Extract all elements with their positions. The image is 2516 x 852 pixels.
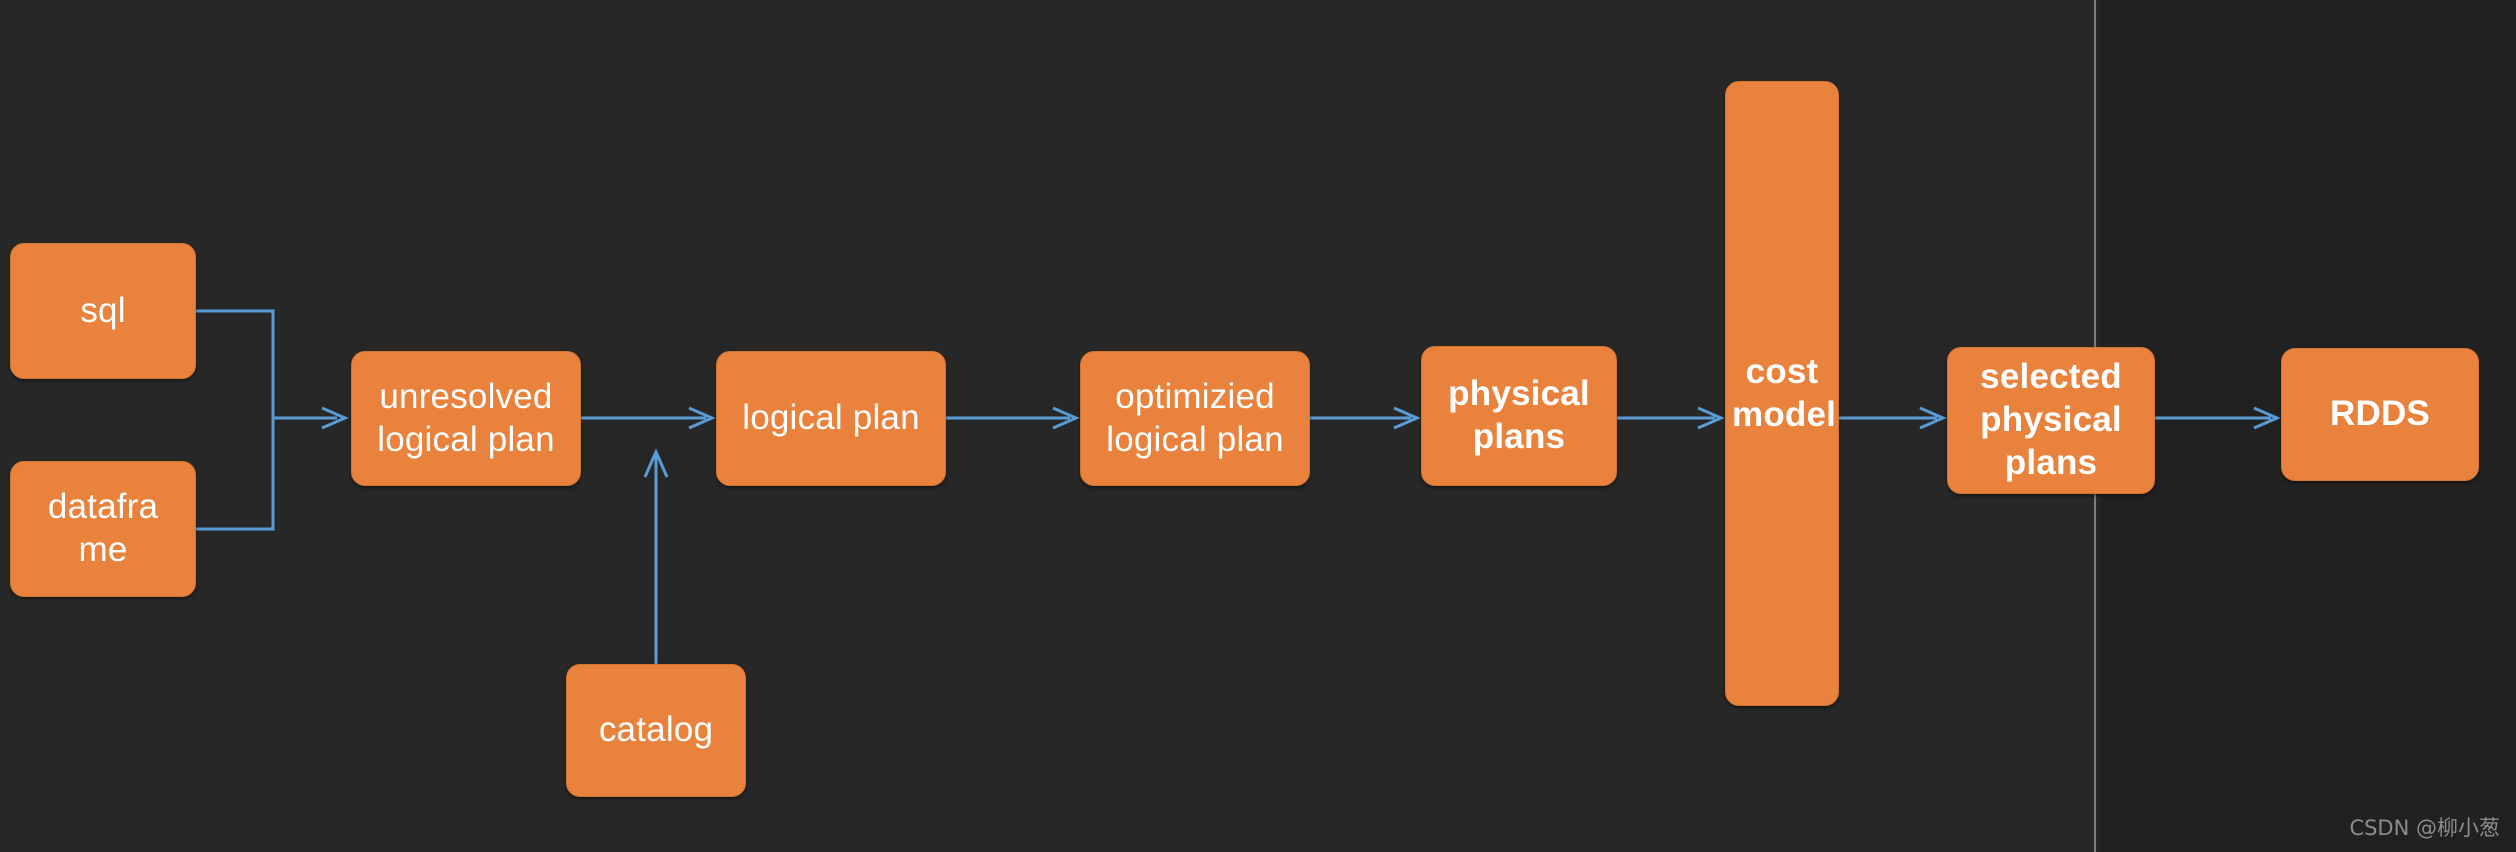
node-selected-physical-plans-label: selected physical plans <box>1980 357 2122 482</box>
node-dataframe-label: datafra me <box>47 487 159 569</box>
node-cost-model[interactable]: cost model <box>1725 81 1839 706</box>
node-catalog[interactable]: catalog <box>566 664 746 797</box>
node-selected-physical-plans[interactable]: selected physical plans <box>1947 347 2155 494</box>
node-catalog-label: catalog <box>598 710 714 750</box>
node-logical-plan[interactable]: logical plan <box>716 351 946 486</box>
diagram-canvas: sql datafra me unresolved logical plan log… <box>0 0 2516 852</box>
node-physical-plans[interactable]: physical plans <box>1421 346 1617 486</box>
node-unresolved-logical-plan[interactable]: unresolved logical plan <box>351 351 581 486</box>
node-optimizied-logical-plan-label: optimizied logical plan <box>1106 376 1284 459</box>
node-cost-model-label: cost model <box>1732 351 1837 434</box>
node-rdds-label: RDDS <box>2330 394 2430 434</box>
watermark: CSDN @柳小葱 <box>2349 816 2500 840</box>
node-logical-plan-label: logical plan <box>742 398 920 438</box>
node-sql[interactable]: sql <box>10 243 196 379</box>
node-physical-plans-label: physical plans <box>1448 374 1590 456</box>
node-sql-label: sql <box>80 290 126 330</box>
node-rdds[interactable]: RDDS <box>2281 348 2479 481</box>
node-optimizied-logical-plan[interactable]: optimizied logical plan <box>1080 351 1310 486</box>
node-unresolved-logical-plan-label: unresolved logical plan <box>377 376 555 459</box>
node-dataframe[interactable]: datafra me <box>10 461 196 597</box>
